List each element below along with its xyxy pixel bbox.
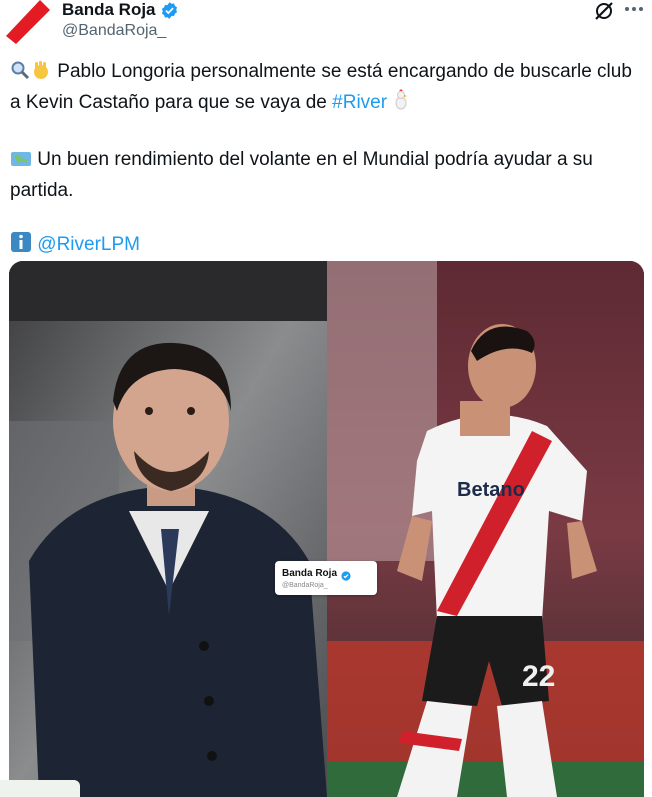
chicken-icon: [392, 89, 410, 120]
author-name-row[interactable]: Banda Roja: [62, 0, 179, 20]
watermark-name: Banda Roja: [282, 568, 338, 579]
tweet-header: Banda Roja @BandaRoja_: [0, 0, 652, 52]
tweet-media-image[interactable]: Betano 22 Banda Roja @BandaRoja_: [9, 261, 644, 797]
avatar[interactable]: [0, 0, 52, 44]
svg-text:22: 22: [522, 660, 555, 693]
bottom-edge-tab: [0, 780, 80, 797]
author-display-name[interactable]: Banda Roja: [62, 0, 156, 20]
mention-link[interactable]: @RiverLPM: [37, 234, 140, 255]
grok-icon[interactable]: [593, 0, 615, 22]
tweet-text: Pablo Longoria personalmente se está enc…: [10, 58, 640, 262]
verified-badge-icon[interactable]: [160, 1, 179, 20]
tweet-paragraph-3: @RiverLPM: [10, 231, 640, 262]
magnifying-glass-icon: [10, 60, 30, 89]
waving-hand-icon: [30, 60, 52, 89]
hashtag-link[interactable]: #River: [332, 92, 387, 113]
photo-executive: [9, 261, 327, 797]
media-watermark: Banda Roja @BandaRoja_: [275, 561, 377, 595]
information-icon: [10, 231, 32, 262]
svg-text:Betano: Betano: [457, 479, 525, 501]
watermark-verified-icon: [341, 568, 351, 581]
world-map-icon: [10, 149, 32, 177]
more-options-icon[interactable]: [623, 0, 645, 22]
watermark-handle: @BandaRoja_: [282, 582, 328, 589]
tweet-paragraph-2: Un buen rendimiento del volante en el Mu…: [10, 146, 640, 205]
photo-player: Betano 22: [327, 261, 644, 797]
tweet-paragraph-1: Pablo Longoria personalmente se está enc…: [10, 58, 640, 120]
tweet-line-2: Un buen rendimiento del volante en el Mu…: [10, 149, 593, 201]
author-handle[interactable]: @BandaRoja_: [62, 22, 166, 40]
tweet-line-1: Pablo Longoria personalmente se está enc…: [10, 61, 632, 113]
